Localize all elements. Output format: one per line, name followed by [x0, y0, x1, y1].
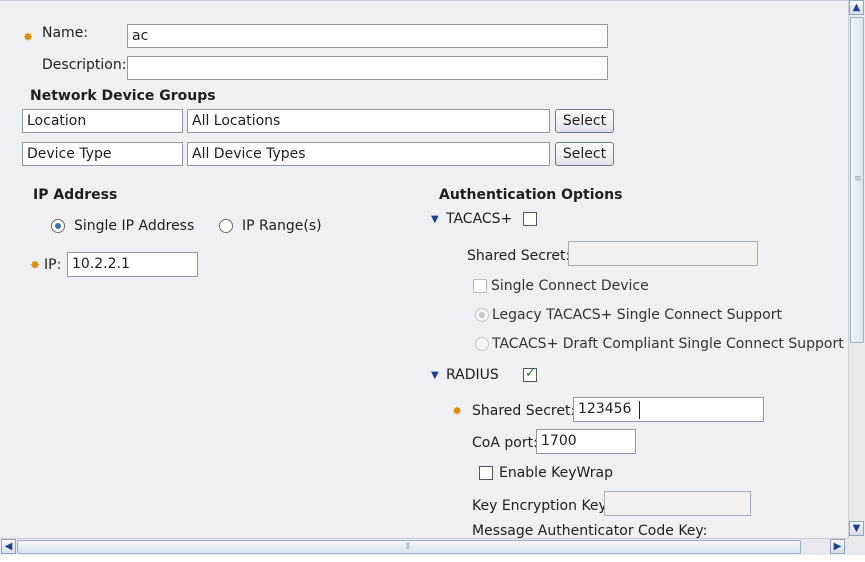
- description-label: Description:: [42, 57, 127, 73]
- enable-keywrap-checkbox[interactable]: [479, 466, 493, 480]
- radius-collapse-icon[interactable]: ▼: [431, 370, 439, 381]
- single-connect-checkbox[interactable]: [473, 279, 487, 293]
- key-encryption-key-label: Key Encryption Key:: [472, 498, 611, 514]
- ip-label: IP:: [44, 257, 62, 273]
- required-icon: ✸: [452, 404, 463, 418]
- ndg-title: Network Device Groups: [30, 88, 216, 104]
- ndg-device-type-value: All Device Types: [187, 142, 550, 166]
- scrollbar-corner: [848, 538, 865, 555]
- grip-icon: ≡: [854, 174, 862, 184]
- radius-label: RADIUS: [446, 367, 499, 383]
- draft-tacacs-radio[interactable]: [475, 337, 489, 351]
- ndg-location-name: Location: [22, 109, 183, 133]
- single-ip-label: Single IP Address: [74, 218, 195, 234]
- enable-keywrap-label: Enable KeyWrap: [499, 465, 613, 481]
- ndg-device-type-name: Device Type: [22, 142, 183, 166]
- tacacs-shared-secret-label: Shared Secret:: [467, 248, 571, 264]
- single-connect-label: Single Connect Device: [491, 278, 649, 294]
- device-type-select-button[interactable]: Select: [555, 142, 614, 166]
- vertical-scrollbar[interactable]: ▲ ≡ ▼: [848, 0, 865, 538]
- required-icon: ✸: [23, 30, 34, 44]
- horizontal-scroll-thumb[interactable]: ⦀: [17, 540, 801, 554]
- name-input[interactable]: ac: [127, 24, 608, 48]
- message-authenticator-code-key-label: Message Authenticator Code Key:: [472, 523, 708, 539]
- key-encryption-key-input[interactable]: [604, 491, 751, 516]
- tacacs-shared-secret-input[interactable]: [568, 241, 758, 266]
- radius-checkbox[interactable]: [523, 366, 537, 382]
- ip-title: IP Address: [33, 187, 118, 203]
- radius-shared-secret-input[interactable]: 123456: [573, 397, 764, 422]
- ip-range-radio[interactable]: [219, 219, 233, 233]
- network-device-form: ✸ Name: ac Description: Network Device G…: [0, 0, 848, 539]
- text-cursor-icon: [639, 401, 640, 419]
- name-label: Name:: [42, 25, 89, 41]
- chevron-left-icon[interactable]: ◀: [1, 539, 16, 554]
- chevron-right-icon[interactable]: ▶: [830, 539, 845, 554]
- ip-input[interactable]: 10.2.2.1: [67, 252, 198, 277]
- legacy-tacacs-radio[interactable]: [475, 308, 489, 322]
- legacy-tacacs-label: Legacy TACACS+ Single Connect Support: [492, 307, 782, 323]
- horizontal-scrollbar[interactable]: ◀ ⦀ ▶: [0, 538, 848, 555]
- tacacs-checkbox[interactable]: [523, 212, 537, 226]
- location-select-button[interactable]: Select: [555, 109, 614, 133]
- radius-shared-secret-label: Shared Secret:: [472, 403, 576, 419]
- draft-tacacs-label: TACACS+ Draft Compliant Single Connect S…: [492, 336, 844, 352]
- auth-title: Authentication Options: [439, 187, 623, 203]
- tacacs-collapse-icon[interactable]: ▼: [431, 214, 439, 225]
- vertical-scroll-thumb[interactable]: ≡: [850, 17, 864, 343]
- chevron-down-icon[interactable]: ▼: [849, 521, 864, 536]
- coa-port-label: CoA port:: [472, 435, 538, 451]
- description-input[interactable]: [127, 56, 608, 80]
- required-icon: ✸: [30, 258, 41, 272]
- grip-icon: ⦀: [406, 542, 410, 552]
- tacacs-label: TACACS+: [446, 211, 513, 227]
- single-ip-radio[interactable]: [51, 219, 65, 233]
- coa-port-input[interactable]: 1700: [536, 429, 636, 454]
- ip-range-label: IP Range(s): [242, 218, 322, 234]
- ndg-location-value: All Locations: [187, 109, 550, 133]
- chevron-up-icon[interactable]: ▲: [849, 0, 864, 15]
